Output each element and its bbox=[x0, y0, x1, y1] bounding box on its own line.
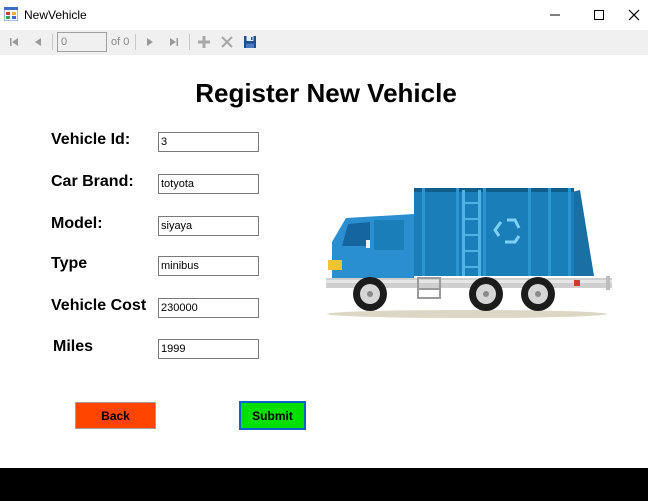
car-brand-label: Car Brand: bbox=[51, 173, 134, 190]
model-field[interactable] bbox=[158, 216, 259, 236]
close-button[interactable] bbox=[620, 0, 648, 30]
binding-navigator: of 0 bbox=[0, 30, 648, 55]
move-first-button[interactable] bbox=[4, 32, 24, 52]
type-field[interactable] bbox=[158, 256, 259, 276]
move-previous-icon bbox=[35, 38, 41, 46]
move-previous-button[interactable] bbox=[28, 32, 48, 52]
move-next-button[interactable] bbox=[140, 32, 160, 52]
car-brand-field[interactable] bbox=[158, 174, 259, 194]
miles-field[interactable] bbox=[158, 339, 259, 359]
submit-button[interactable]: Submit bbox=[239, 401, 306, 430]
form-heading: Register New Vehicle bbox=[195, 78, 457, 108]
move-last-button[interactable] bbox=[164, 32, 184, 52]
toolbar-separator bbox=[135, 34, 136, 50]
vehicle-cost-label: Vehicle Cost bbox=[51, 297, 147, 314]
maximize-icon bbox=[594, 10, 604, 20]
maximize-button[interactable] bbox=[576, 0, 622, 30]
add-new-icon bbox=[198, 36, 210, 48]
count-label: of 0 bbox=[111, 36, 130, 48]
toolbar-separator bbox=[52, 34, 53, 50]
move-next-icon bbox=[147, 38, 153, 46]
move-first-icon bbox=[10, 38, 18, 46]
vehicle-form-window: NewVehicle of 0 bbox=[0, 0, 648, 468]
model-label: Model: bbox=[51, 215, 103, 232]
miles-label: Miles bbox=[53, 338, 94, 355]
type-label: Type bbox=[51, 255, 88, 272]
vehicle-cost-field[interactable] bbox=[158, 298, 259, 318]
delete-button[interactable] bbox=[217, 32, 237, 52]
position-input[interactable] bbox=[57, 32, 107, 52]
toolbar-separator bbox=[189, 34, 190, 50]
move-last-icon bbox=[170, 38, 178, 46]
garbage-truck-image bbox=[326, 188, 612, 318]
vehicle-id-label: Vehicle Id: bbox=[51, 131, 131, 148]
back-button[interactable]: Back bbox=[75, 402, 156, 429]
add-new-button[interactable] bbox=[194, 32, 214, 52]
close-icon bbox=[628, 9, 640, 21]
minimize-icon bbox=[550, 14, 560, 16]
app-icon bbox=[4, 7, 18, 21]
save-icon bbox=[244, 36, 256, 48]
delete-icon bbox=[221, 36, 233, 48]
save-button[interactable] bbox=[240, 32, 260, 52]
minimize-button[interactable] bbox=[532, 0, 578, 30]
title-bar: NewVehicle bbox=[0, 0, 648, 30]
window-title: NewVehicle bbox=[24, 8, 87, 22]
vehicle-id-field[interactable] bbox=[158, 132, 259, 152]
